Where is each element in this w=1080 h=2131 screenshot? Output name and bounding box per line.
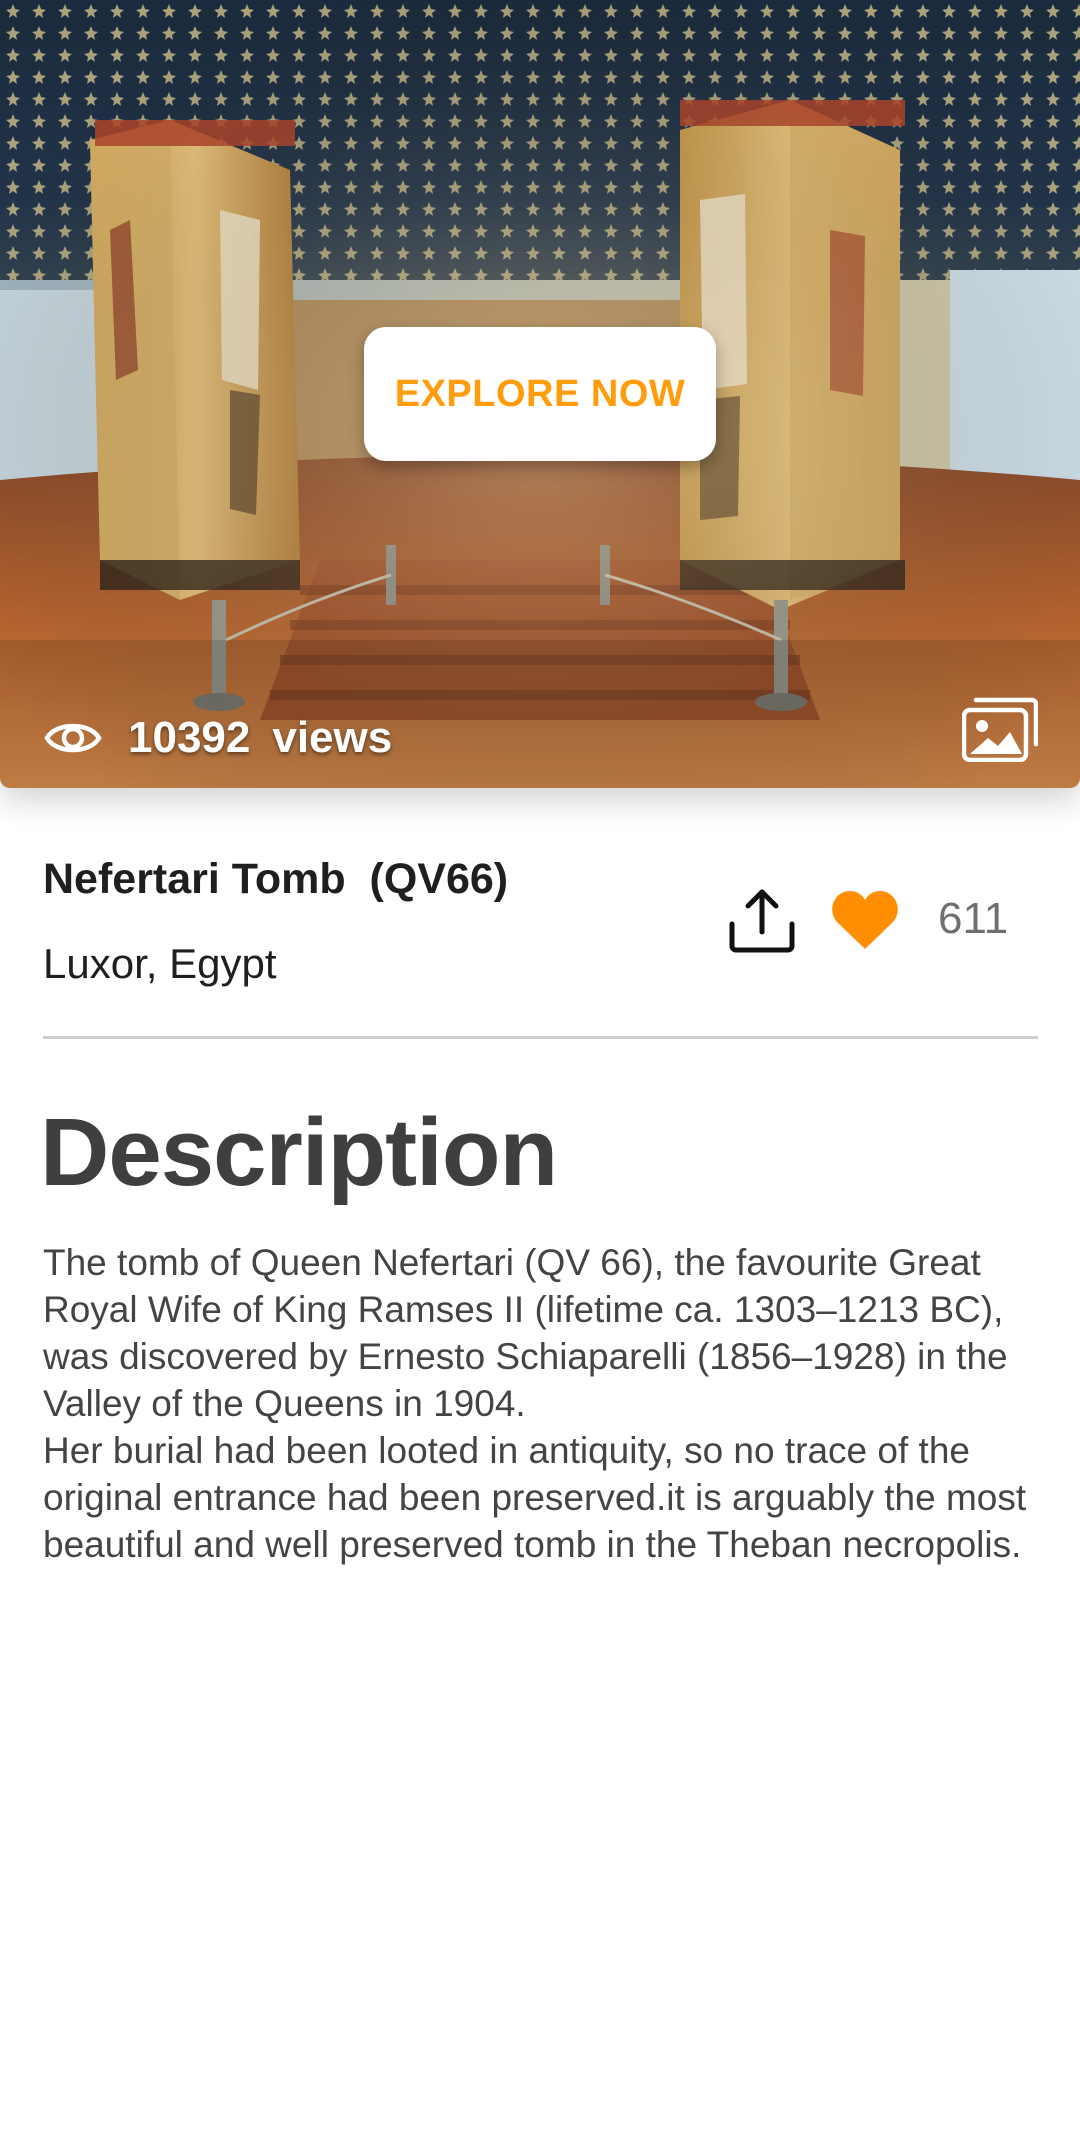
share-icon[interactable] bbox=[726, 884, 798, 956]
heart-icon[interactable] bbox=[830, 887, 900, 951]
place-detail-screen: EXPLORE NOW 10392 views Nefertari Tomb (… bbox=[0, 0, 1080, 2131]
views-indicator: 10392 views bbox=[44, 700, 392, 776]
views-label: views bbox=[272, 713, 393, 762]
panorama-hero[interactable]: EXPLORE NOW 10392 views bbox=[0, 0, 1080, 788]
divider bbox=[43, 1036, 1038, 1039]
gallery-icon[interactable] bbox=[962, 696, 1038, 762]
views-count: 10392 bbox=[128, 713, 251, 762]
eye-icon bbox=[44, 723, 102, 753]
place-title: Nefertari Tomb (QV66) bbox=[43, 855, 509, 903]
likes-count: 611 bbox=[938, 894, 1009, 943]
place-location: Luxor, Egypt bbox=[43, 940, 277, 987]
explore-now-button[interactable]: EXPLORE NOW bbox=[364, 327, 716, 461]
description-body: The tomb of Queen Nefertari (QV 66), the… bbox=[43, 1242, 1027, 1565]
description-heading: Description bbox=[40, 1099, 558, 1206]
